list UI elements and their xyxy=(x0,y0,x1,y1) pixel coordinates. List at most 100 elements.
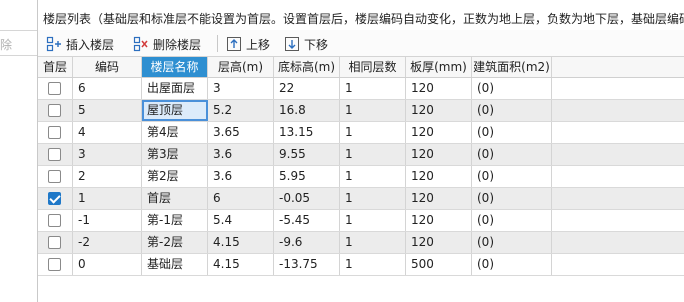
cell-same-count[interactable]: 1 xyxy=(340,210,406,231)
cell-same-count[interactable]: 1 xyxy=(340,78,406,99)
table-row[interactable]: 3 第3层 3.6 9.55 1 120 (0) xyxy=(38,144,684,166)
cell-building-area[interactable]: (0) xyxy=(472,122,552,143)
cell-height[interactable]: 3.65 xyxy=(208,122,274,143)
cell-floor-name[interactable]: 第4层 xyxy=(142,122,208,143)
cell-base-elevation[interactable]: -13.75 xyxy=(274,254,340,275)
col-header-slab-thickness[interactable]: 板厚(mm) xyxy=(406,57,472,77)
cell-slab-thickness[interactable]: 500 xyxy=(406,254,472,275)
cell-base-elevation[interactable]: 5.95 xyxy=(274,166,340,187)
cell-code[interactable]: 4 xyxy=(73,122,142,143)
cell-height[interactable]: 4.15 xyxy=(208,254,274,275)
first-floor-checkbox[interactable] xyxy=(48,170,61,183)
cell-height[interactable]: 3 xyxy=(208,78,274,99)
cell-floor-name[interactable]: 屋顶层 xyxy=(142,100,208,121)
cell-building-area[interactable]: (0) xyxy=(472,210,552,231)
cell-slab-thickness[interactable]: 120 xyxy=(406,166,472,187)
table-row[interactable]: 0 基础层 4.15 -13.75 1 500 (0) xyxy=(38,254,684,276)
delete-floor-button[interactable]: 删除楼层 xyxy=(133,33,201,55)
table-row[interactable]: 6 出屋面层 3 22 1 120 (0) xyxy=(38,78,684,100)
cell-base-elevation[interactable]: 13.15 xyxy=(274,122,340,143)
cell-first-floor xyxy=(38,210,73,231)
cell-building-area[interactable]: (0) xyxy=(472,188,552,209)
first-floor-checkbox[interactable] xyxy=(48,148,61,161)
cell-building-area[interactable]: (0) xyxy=(472,232,552,253)
cell-same-count[interactable]: 1 xyxy=(340,166,406,187)
col-header-code[interactable]: 编码 xyxy=(73,57,142,77)
cell-base-elevation[interactable]: -5.45 xyxy=(274,210,340,231)
cell-height[interactable]: 5.2 xyxy=(208,100,274,121)
cell-building-area[interactable]: (0) xyxy=(472,144,552,165)
cell-code[interactable]: -2 xyxy=(73,232,142,253)
cell-code[interactable]: -1 xyxy=(73,210,142,231)
move-up-button[interactable]: 上移 xyxy=(226,33,270,55)
cell-building-area[interactable]: (0) xyxy=(472,166,552,187)
cell-floor-name[interactable]: 第-2层 xyxy=(142,232,208,253)
toolbar: 插入楼层 删除楼层 上移 下移 xyxy=(38,30,684,57)
cell-base-elevation[interactable]: 16.8 xyxy=(274,100,340,121)
cell-code[interactable]: 6 xyxy=(73,78,142,99)
cell-same-count[interactable]: 1 xyxy=(340,232,406,253)
table-row[interactable]: -2 第-2层 4.15 -9.6 1 120 (0) xyxy=(38,232,684,254)
cell-code[interactable]: 5 xyxy=(73,100,142,121)
cell-floor-name[interactable]: 首层 xyxy=(142,188,208,209)
cell-same-count[interactable]: 1 xyxy=(340,144,406,165)
cell-same-count[interactable]: 1 xyxy=(340,100,406,121)
first-floor-checkbox[interactable] xyxy=(48,104,61,117)
cell-height[interactable]: 4.15 xyxy=(208,232,274,253)
first-floor-checkbox[interactable] xyxy=(48,82,61,95)
first-floor-checkbox[interactable] xyxy=(48,258,61,271)
cell-slab-thickness[interactable]: 120 xyxy=(406,232,472,253)
cell-slab-thickness[interactable]: 120 xyxy=(406,100,472,121)
col-header-first-floor[interactable]: 首层 xyxy=(38,57,73,77)
left-search-input[interactable]: 除 xyxy=(0,30,37,56)
col-header-height[interactable]: 层高(m) xyxy=(208,57,274,77)
cell-floor-name[interactable]: 第2层 xyxy=(142,166,208,187)
toolbar-divider xyxy=(217,35,218,52)
first-floor-checkbox[interactable] xyxy=(48,214,61,227)
cell-floor-name[interactable]: 出屋面层 xyxy=(142,78,208,99)
cell-same-count[interactable]: 1 xyxy=(340,188,406,209)
cell-height[interactable]: 5.4 xyxy=(208,210,274,231)
cell-code[interactable]: 2 xyxy=(73,166,142,187)
arrow-down-icon xyxy=(285,37,299,51)
cell-base-elevation[interactable]: -0.05 xyxy=(274,188,340,209)
cell-slab-thickness[interactable]: 120 xyxy=(406,188,472,209)
cell-building-area[interactable]: (0) xyxy=(472,100,552,121)
cell-building-area[interactable]: (0) xyxy=(472,254,552,275)
delete-floor-label: 删除楼层 xyxy=(153,37,202,52)
col-header-same-count[interactable]: 相同层数 xyxy=(340,57,406,77)
first-floor-checkbox[interactable] xyxy=(48,236,61,249)
col-header-building-area[interactable]: 建筑面积(m2) xyxy=(472,57,552,77)
table-row[interactable]: 2 第2层 3.6 5.95 1 120 (0) xyxy=(38,166,684,188)
cell-building-area[interactable]: (0) xyxy=(472,78,552,99)
first-floor-checkbox[interactable] xyxy=(48,192,61,205)
move-down-button[interactable]: 下移 xyxy=(284,33,328,55)
cell-base-elevation[interactable]: -9.6 xyxy=(274,232,340,253)
floor-list-panel: 楼层列表（基础层和标准层不能设置为首层。设置首层后，楼层编码自动变化，正数为地上… xyxy=(38,0,684,302)
col-header-floor-name[interactable]: 楼层名称 xyxy=(142,57,208,77)
insert-floor-button[interactable]: 插入楼层 xyxy=(46,33,114,55)
cell-base-elevation[interactable]: 22 xyxy=(274,78,340,99)
cell-slab-thickness[interactable]: 120 xyxy=(406,122,472,143)
cell-height[interactable]: 3.6 xyxy=(208,166,274,187)
cell-same-count[interactable]: 1 xyxy=(340,254,406,275)
cell-slab-thickness[interactable]: 120 xyxy=(406,78,472,99)
table-row[interactable]: -1 第-1层 5.4 -5.45 1 120 (0) xyxy=(38,210,684,232)
cell-floor-name[interactable]: 基础层 xyxy=(142,254,208,275)
cell-base-elevation[interactable]: 9.55 xyxy=(274,144,340,165)
cell-code[interactable]: 1 xyxy=(73,188,142,209)
cell-height[interactable]: 3.6 xyxy=(208,144,274,165)
cell-floor-name[interactable]: 第-1层 xyxy=(142,210,208,231)
table-row[interactable]: 5 屋顶层 5.2 16.8 1 120 (0) xyxy=(38,100,684,122)
col-header-base-elevation[interactable]: 底标高(m) xyxy=(274,57,340,77)
cell-code[interactable]: 3 xyxy=(73,144,142,165)
cell-code[interactable]: 0 xyxy=(73,254,142,275)
table-row[interactable]: 1 首层 6 -0.05 1 120 (0) xyxy=(38,188,684,210)
cell-floor-name[interactable]: 第3层 xyxy=(142,144,208,165)
cell-slab-thickness[interactable]: 120 xyxy=(406,144,472,165)
cell-height[interactable]: 6 xyxy=(208,188,274,209)
cell-slab-thickness[interactable]: 120 xyxy=(406,210,472,231)
cell-same-count[interactable]: 1 xyxy=(340,122,406,143)
first-floor-checkbox[interactable] xyxy=(48,126,61,139)
table-row[interactable]: 4 第4层 3.65 13.15 1 120 (0) xyxy=(38,122,684,144)
